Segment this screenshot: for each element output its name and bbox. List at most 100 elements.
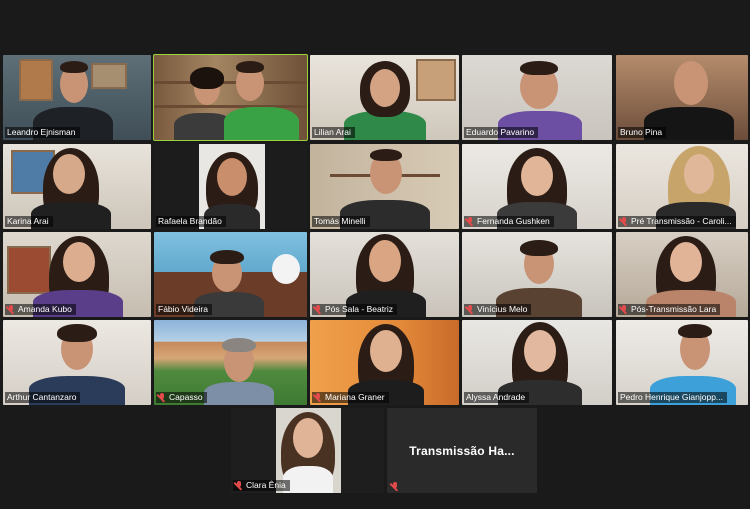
participant-name: Amanda Kubo <box>18 304 72 314</box>
participant-tile[interactable]: Pré Transmissão - Caroli... <box>616 144 748 229</box>
participant-name: Eduardo Pavarino <box>466 127 535 137</box>
person-hair <box>370 149 402 161</box>
person-hair <box>190 67 224 89</box>
person-hair <box>520 240 558 256</box>
participant-tile[interactable]: Arthur Cantanzaro <box>3 320 151 405</box>
screen-share-label: Transmissão Ha... <box>409 444 515 458</box>
participant-tile[interactable]: Eduardo Pavarino <box>462 55 612 140</box>
participant-nameplate: Vinícius Melo <box>464 304 532 315</box>
muted-mic-icon <box>391 482 399 491</box>
person-head <box>63 242 95 282</box>
participant-name: Fábio Videira <box>158 304 208 314</box>
participant-name: Arthur Cantanzaro <box>7 392 77 402</box>
participant-tile[interactable]: Capasso <box>154 320 307 405</box>
participant-nameplate: Alyssa Andrade <box>464 392 530 403</box>
person-head <box>370 330 402 372</box>
participant-tile[interactable]: Rafaela Brandão <box>154 144 307 229</box>
participant-name: Rafaela Brandão <box>158 216 222 226</box>
participant-nameplate: Capasso <box>156 392 207 403</box>
participant-nameplate: Pós-Transmissão Lara <box>618 304 721 315</box>
shelf-board <box>154 105 307 108</box>
participant-tile[interactable]: Mariana Graner <box>310 320 459 405</box>
participant-nameplate: Arthur Cantanzaro <box>5 392 81 403</box>
participant-tile[interactable]: Pedro Henrique Gianjopp... <box>616 320 748 405</box>
participant-nameplate: Karina Arai <box>5 216 53 227</box>
person-hair <box>678 324 712 338</box>
participant-name: Mariana Graner <box>325 392 385 402</box>
person-head <box>524 330 556 372</box>
person-head <box>674 61 708 105</box>
participant-tile[interactable]: Pós Sala - Beatriz <box>310 232 459 317</box>
person-head <box>217 158 247 196</box>
participant-nameplate: Mariana Graner <box>312 392 389 403</box>
participant-nameplate: Pós Sala - Beatriz <box>312 304 398 315</box>
participant-name: Pré Transmissão - Caroli... <box>631 216 732 226</box>
person-body <box>224 107 299 140</box>
person-hair <box>520 61 558 75</box>
participant-tile[interactable]: Vinícius Melo <box>462 232 612 317</box>
participant-nameplate: Clara Ênia <box>233 480 290 491</box>
participant-tile[interactable]: Lilian Arai <box>310 55 459 140</box>
person-head <box>53 154 85 194</box>
person-hair <box>210 250 244 264</box>
muted-mic-icon <box>466 305 474 314</box>
participant-nameplate: Bruno Pina <box>618 127 667 138</box>
muted-mic-icon <box>314 305 322 314</box>
participant-name: Pedro Henrique Gianjopp... <box>620 392 724 402</box>
participant-tile[interactable]: Alyssa Andrade <box>462 320 612 405</box>
participant-nameplate: Eduardo Pavarino <box>464 127 539 138</box>
participant-nameplate <box>389 482 403 491</box>
participant-nameplate: Fábio Videira <box>156 304 212 315</box>
participant-name: Leandro Ejnisman <box>7 127 76 137</box>
person-body <box>204 382 274 405</box>
participant-tile[interactable]: Fernanda Gushken <box>462 144 612 229</box>
participant-name: Pós-Transmissão Lara <box>631 304 717 314</box>
person-head <box>293 418 323 458</box>
participant-name: Lilian Arai <box>314 127 351 137</box>
participant-tile[interactable]: Karina Arai <box>3 144 151 229</box>
muted-mic-icon <box>466 217 474 226</box>
participant-tile[interactable]: Fábio Videira <box>154 232 307 317</box>
participant-nameplate: Tomás Minelli <box>312 216 370 227</box>
person-body <box>283 466 333 493</box>
person-head <box>521 156 553 196</box>
muted-mic-icon <box>620 217 628 226</box>
participant-nameplate: Fernanda Gushken <box>464 216 554 227</box>
person-head <box>670 242 702 282</box>
participant-tile[interactable]: Clara Ênia <box>231 408 384 493</box>
participant-nameplate: Lilian Arai <box>312 127 355 138</box>
participant-tile-active-speaker[interactable] <box>153 54 308 141</box>
participant-tile[interactable]: Bruno Pina <box>616 55 748 140</box>
participant-name: Capasso <box>169 392 203 402</box>
participant-nameplate: Leandro Ejnisman <box>5 127 80 138</box>
participant-tile[interactable]: Tomás Minelli <box>310 144 459 229</box>
participant-tile-screen-share[interactable]: Transmissão Ha... <box>387 408 537 493</box>
participant-name: Karina Arai <box>7 216 49 226</box>
muted-mic-icon <box>235 481 243 490</box>
wall-picture <box>416 59 456 101</box>
person-head <box>684 154 714 194</box>
participant-name: Tomás Minelli <box>314 216 366 226</box>
participant-name: Clara Ênia <box>246 480 286 490</box>
participant-tile[interactable]: Amanda Kubo <box>3 232 151 317</box>
muted-mic-icon <box>158 393 166 402</box>
participant-nameplate: Pré Transmissão - Caroli... <box>618 216 736 227</box>
gallery-grid: Leandro Ejnisman Lilian Arai Eduardo Pav… <box>0 0 750 509</box>
person-hair <box>222 338 256 352</box>
muted-mic-icon <box>620 305 628 314</box>
participant-name: Alyssa Andrade <box>466 392 526 402</box>
participant-name: Pós Sala - Beatriz <box>325 304 394 314</box>
wall-picture <box>91 63 127 89</box>
person-hair <box>60 61 88 73</box>
participant-tile[interactable]: Pós-Transmissão Lara <box>616 232 748 317</box>
muted-mic-icon <box>7 305 15 314</box>
participant-name: Vinícius Melo <box>477 304 528 314</box>
participant-nameplate: Pedro Henrique Gianjopp... <box>618 392 728 403</box>
panda-plush <box>272 254 300 284</box>
person-head <box>369 240 401 282</box>
participant-tile[interactable]: Leandro Ejnisman <box>3 55 151 140</box>
wall-picture <box>19 59 53 101</box>
participant-name: Bruno Pina <box>620 127 663 137</box>
muted-mic-icon <box>314 393 322 402</box>
shelf-board <box>154 81 307 84</box>
